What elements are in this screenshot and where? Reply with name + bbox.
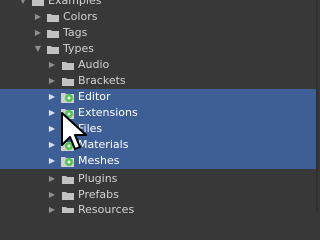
chevron-right-icon[interactable]: ▶ — [47, 57, 57, 73]
tree-item-label: Prefabs — [78, 188, 119, 201]
tree-item-files[interactable]: ▶ Files — [0, 121, 318, 137]
project-hierarchy-panel: ▼ Examples ▶ Colors ▶ Tags ▼ Types ▶ Aud… — [0, 0, 318, 213]
tree-item-materials[interactable]: ▶ Materials — [0, 137, 318, 153]
folder-icon — [47, 45, 59, 54]
tree-item-label: Meshes — [78, 154, 120, 167]
chevron-right-icon[interactable]: ▶ — [47, 137, 57, 153]
package-icon — [61, 107, 74, 119]
tree-item-label: Tags — [63, 26, 88, 39]
tree-item-label: Extensions — [78, 106, 138, 119]
tree-item-label: Brackets — [78, 74, 126, 87]
tree-item-label: Colors — [63, 10, 98, 23]
tree-item-brackets[interactable]: ▶ Brackets — [0, 73, 318, 89]
tree-item-resources[interactable]: ▶ Resources — [0, 202, 318, 213]
chevron-right-icon[interactable]: ▶ — [33, 9, 43, 25]
tree-item-label: Types — [63, 42, 94, 55]
chevron-right-icon[interactable]: ▶ — [47, 89, 57, 105]
tree-item-label: Audio — [78, 58, 110, 71]
tree-item-tags[interactable]: ▶ Tags — [0, 25, 318, 41]
package-icon — [61, 91, 74, 103]
panel-edge — [316, 0, 318, 213]
package-icon — [61, 123, 74, 135]
tree-item-colors[interactable]: ▶ Colors — [0, 9, 318, 25]
tree-item-label: Materials — [78, 138, 129, 151]
tree-item-extensions[interactable]: ▶ Extensions — [0, 105, 318, 121]
folder-icon — [62, 191, 74, 200]
chevron-right-icon[interactable]: ▶ — [47, 187, 57, 203]
chevron-down-icon[interactable]: ▼ — [18, 0, 28, 9]
tree-item-meshes[interactable]: ▶ Meshes — [0, 153, 318, 169]
chevron-right-icon[interactable]: ▶ — [47, 202, 57, 213]
tree-item-label: Resources — [78, 203, 135, 213]
tree-item-examples[interactable]: ▼ Examples — [0, 0, 318, 9]
tree-item-audio[interactable]: ▶ Audio — [0, 57, 318, 73]
package-icon — [61, 139, 74, 151]
folder-icon — [62, 206, 74, 213]
tree-item-plugins[interactable]: ▶ Plugins — [0, 171, 318, 187]
tree-item-label: Plugins — [78, 172, 118, 185]
package-icon — [61, 155, 74, 167]
chevron-right-icon[interactable]: ▶ — [47, 121, 57, 137]
folder-icon — [47, 13, 59, 22]
tree-item-label: Files — [78, 122, 103, 135]
folder-icon — [32, 0, 44, 6]
folder-icon — [62, 61, 74, 70]
folder-icon — [62, 175, 74, 184]
chevron-right-icon[interactable]: ▶ — [47, 105, 57, 121]
chevron-right-icon[interactable]: ▶ — [47, 171, 57, 187]
tree-item-prefabs[interactable]: ▶ Prefabs — [0, 187, 318, 203]
chevron-right-icon[interactable]: ▶ — [47, 73, 57, 89]
tree-item-editor[interactable]: ▶ Editor — [0, 89, 318, 105]
tree-item-label: Examples — [48, 0, 102, 7]
folder-icon — [62, 77, 74, 86]
chevron-right-icon[interactable]: ▶ — [33, 25, 43, 41]
tree-item-label: Editor — [78, 90, 111, 103]
chevron-right-icon[interactable]: ▶ — [47, 153, 57, 169]
chevron-down-icon[interactable]: ▼ — [33, 41, 43, 57]
tree-item-types[interactable]: ▼ Types — [0, 41, 318, 57]
folder-icon — [47, 29, 59, 38]
